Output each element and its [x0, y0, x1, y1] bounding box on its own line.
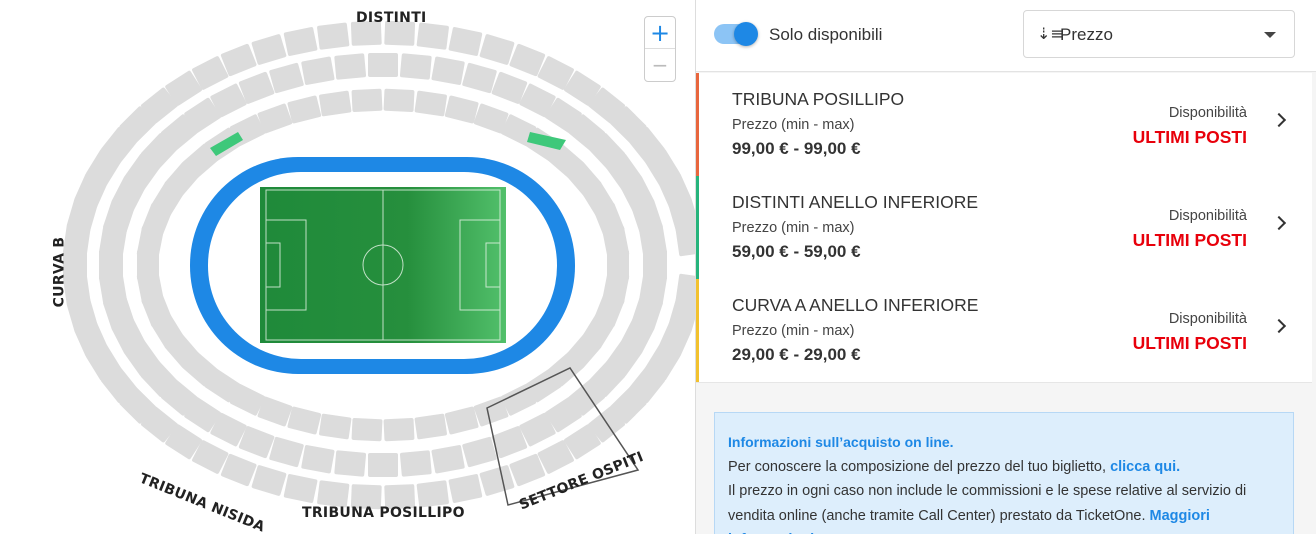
label-distinti: DISTINTI	[356, 10, 427, 26]
sector-name: TRIBUNA POSILLIPO	[732, 89, 905, 109]
sector-availability-label: Disponibilità	[1168, 208, 1247, 224]
seat-block[interactable]	[444, 406, 479, 435]
seat-block[interactable]	[317, 22, 350, 50]
info-line-price: Per conoscere la composizione del prezzo…	[728, 455, 1280, 480]
price-breakdown-link[interactable]: clicca qui.	[1110, 459, 1180, 475]
seat-block[interactable]	[414, 90, 447, 117]
seat-block[interactable]	[383, 417, 415, 442]
seat-block[interactable]	[479, 34, 515, 66]
seat-block[interactable]	[675, 223, 695, 257]
chevron-right-icon	[1271, 215, 1287, 231]
seat-block[interactable]	[334, 450, 367, 477]
sector-availability-label: Disponibilità	[1168, 105, 1247, 121]
chevron-right-icon	[1271, 112, 1287, 128]
seat-block[interactable]	[269, 436, 304, 468]
label-curva-b: CURVA B	[51, 236, 68, 308]
info-title: Informazioni sull’acquisto on line.	[728, 434, 954, 450]
seat-block[interactable]	[431, 445, 465, 474]
sector-color-bar	[696, 279, 699, 382]
seat-block[interactable]	[368, 453, 398, 477]
sort-value: Prezzo	[1060, 25, 1113, 44]
sector-price: 99,00 € - 99,00 €	[732, 139, 861, 158]
seat-block[interactable]	[283, 474, 318, 504]
purchase-info-box: Informazioni sull’acquisto on line. Per …	[714, 412, 1294, 534]
seat-block[interactable]	[416, 22, 449, 50]
sector-row[interactable]: TRIBUNA POSILLIPO Prezzo (min - max) 99,…	[696, 73, 1312, 177]
label-tribuna-posillipo: TRIBUNA POSILLIPO	[302, 505, 465, 521]
seat-block[interactable]	[251, 34, 287, 66]
seat-block[interactable]	[269, 62, 304, 94]
seat-block[interactable]	[639, 224, 668, 258]
sector-color-bar	[696, 176, 699, 279]
stadium-map[interactable]: + − DISTINTI CURVA B TRIBUNA NISIDA TRIB…	[0, 0, 695, 534]
seat-block[interactable]	[602, 226, 630, 260]
sector-price: 59,00 € - 59,00 €	[732, 242, 861, 261]
seat-block[interactable]	[448, 474, 483, 504]
seat-block[interactable]	[319, 413, 352, 440]
seat-block[interactable]	[444, 95, 479, 124]
seat-block[interactable]	[431, 56, 465, 85]
seat-block[interactable]	[317, 480, 350, 508]
seat-block[interactable]	[319, 90, 352, 117]
seat-block[interactable]	[301, 445, 335, 474]
zoom-in-button[interactable]: +	[645, 17, 675, 49]
seat-block[interactable]	[399, 450, 432, 477]
seat-block[interactable]	[351, 88, 383, 113]
info-line-fees: Il prezzo in ogni caso non include le co…	[728, 479, 1280, 534]
sector-list-pane: Solo disponibili ⇣≡ Prezzo TRIBUNA POSIL…	[696, 0, 1316, 534]
seat-block[interactable]	[287, 406, 322, 435]
sector-price: 29,00 € - 29,00 €	[732, 345, 861, 364]
seat-block[interactable]	[251, 465, 287, 497]
info-text: Per conoscere la composizione del prezzo…	[728, 458, 1107, 475]
chevron-right-icon	[1271, 318, 1287, 334]
sector-availability-label: Disponibilità	[1168, 311, 1247, 327]
caret-down-icon	[1264, 32, 1276, 38]
toggle-knob	[734, 22, 758, 46]
sector-availability: ULTIMI POSTI	[1132, 230, 1247, 250]
seat-block[interactable]	[416, 480, 449, 508]
seat-block[interactable]	[462, 436, 497, 468]
seat-block[interactable]	[287, 95, 322, 124]
seat-block[interactable]	[448, 27, 483, 57]
seat-block[interactable]	[301, 56, 335, 85]
sector-availability: ULTIMI POSTI	[1132, 127, 1247, 147]
zoom-out-button[interactable]: −	[645, 49, 675, 81]
available-only-toggle[interactable]	[714, 22, 758, 46]
sector-row[interactable]: DISTINTI ANELLO INFERIORE Prezzo (min - …	[696, 176, 1312, 280]
filter-bar: Solo disponibili ⇣≡ Prezzo	[696, 0, 1316, 72]
available-only-label: Solo disponibili	[769, 25, 883, 44]
seat-block[interactable]	[462, 62, 497, 94]
seat-block[interactable]	[414, 413, 447, 440]
sector-availability: ULTIMI POSTI	[1132, 333, 1247, 353]
seat-block[interactable]	[368, 53, 398, 77]
sector-price-label: Prezzo (min - max)	[732, 220, 855, 236]
stadium-map-canvas[interactable]	[0, 0, 695, 534]
seat-block[interactable]	[383, 88, 415, 113]
sector-price-label: Prezzo (min - max)	[732, 117, 855, 133]
sort-select[interactable]: ⇣≡ Prezzo	[1023, 10, 1295, 58]
seat-block[interactable]	[334, 53, 367, 80]
seat-block[interactable]	[479, 465, 515, 497]
zoom-controls: + −	[644, 16, 676, 82]
sector-row[interactable]: CURVA A ANELLO INFERIORE Prezzo (min - m…	[696, 279, 1312, 383]
seat-block[interactable]	[399, 53, 432, 80]
seat-block[interactable]	[351, 417, 383, 442]
sector-price-label: Prezzo (min - max)	[732, 323, 855, 339]
sector-name: CURVA A ANELLO INFERIORE	[732, 295, 979, 315]
sector-name: DISTINTI ANELLO INFERIORE	[732, 192, 979, 212]
sector-color-bar	[696, 73, 699, 176]
seat-block[interactable]	[283, 27, 318, 57]
